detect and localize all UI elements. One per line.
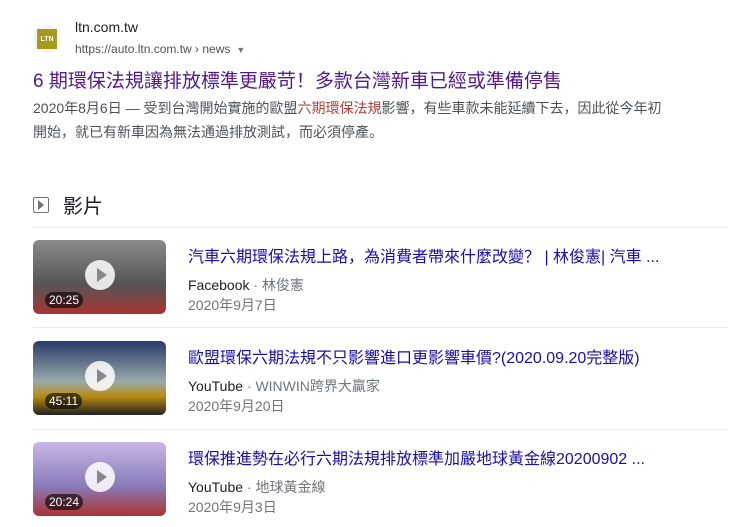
video-date: 2020年9月3日 — [188, 499, 277, 515]
caret-down-icon[interactable]: ▼ — [236, 45, 245, 55]
play-icon — [85, 361, 115, 391]
videos-heading-text: 影片 — [63, 196, 103, 218]
video-icon — [33, 196, 49, 213]
source-name: YouTube — [188, 479, 244, 495]
site-favicon: LTN — [33, 25, 61, 53]
video-item[interactable]: 45:11 歐盟環保六期法規不只影響進口更影響車價?(2020.09.20完整版… — [33, 341, 728, 421]
snippet-date: 2020年8月6日 — 受到台灣開始實施的歐盟 — [33, 100, 298, 116]
url-text: https://auto.ltn.com.tw › news — [75, 42, 231, 56]
snippet-highlight: 六期環保法規 — [297, 100, 382, 116]
source-name: Facebook — [188, 277, 250, 293]
video-date: 2020年9月7日 — [188, 297, 277, 313]
play-icon — [85, 260, 115, 290]
video-source: Facebook · 林俊憲 — [188, 275, 304, 295]
video-title-link[interactable]: 環保推進勢在必行六期法規排放標準加嚴地球黃金線20200902 ... — [188, 445, 645, 469]
divider — [33, 327, 728, 328]
video-source: YouTube · WINWIN跨界大贏家 — [188, 376, 380, 396]
result-title-link[interactable]: 6 期環保法規讓排放標準更嚴苛！多款台灣新車已經或準備停售 — [33, 66, 562, 93]
channel-name: · 地球黃金線 — [243, 479, 326, 495]
source-name: YouTube — [188, 378, 244, 394]
video-source: YouTube · 地球黃金線 — [188, 477, 325, 497]
videos-heading: 影片 — [33, 190, 103, 219]
video-item[interactable]: 20:25 汽車六期環保法規上路，為消費者帶來什麼改變？ | 林俊憲| 汽車 .… — [33, 240, 728, 320]
result-url[interactable]: https://auto.ltn.com.tw › news ▼ — [75, 42, 245, 56]
divider — [33, 429, 728, 430]
video-title-link[interactable]: 歐盟環保六期法規不只影響進口更影響車價?(2020.09.20完整版) — [188, 344, 640, 368]
divider — [33, 227, 728, 228]
ltn-logo: LTN — [37, 29, 57, 49]
site-name: ltn.com.tw — [75, 19, 139, 35]
video-thumbnail[interactable]: 45:11 — [33, 341, 166, 415]
video-duration: 45:11 — [45, 393, 83, 409]
play-icon — [85, 462, 115, 492]
video-title-link[interactable]: 汽車六期環保法規上路，為消費者帶來什麼改變？ | 林俊憲| 汽車 ... — [188, 243, 659, 267]
video-thumbnail[interactable]: 20:24 — [33, 442, 166, 516]
video-thumbnail[interactable]: 20:25 — [33, 240, 166, 314]
video-duration: 20:24 — [45, 494, 84, 510]
video-item[interactable]: 20:24 環保推進勢在必行六期法規排放標準加嚴地球黃金線20200902 ..… — [33, 442, 728, 522]
video-date: 2020年9月20日 — [188, 398, 285, 414]
result-snippet: 2020年8月6日 — 受到台灣開始實施的歐盟六期環保法規影響，有些車款未能延續… — [33, 96, 673, 144]
video-duration: 20:25 — [45, 292, 84, 308]
channel-name: · 林俊憲 — [249, 277, 304, 293]
channel-name: · WINWIN跨界大贏家 — [243, 378, 380, 394]
